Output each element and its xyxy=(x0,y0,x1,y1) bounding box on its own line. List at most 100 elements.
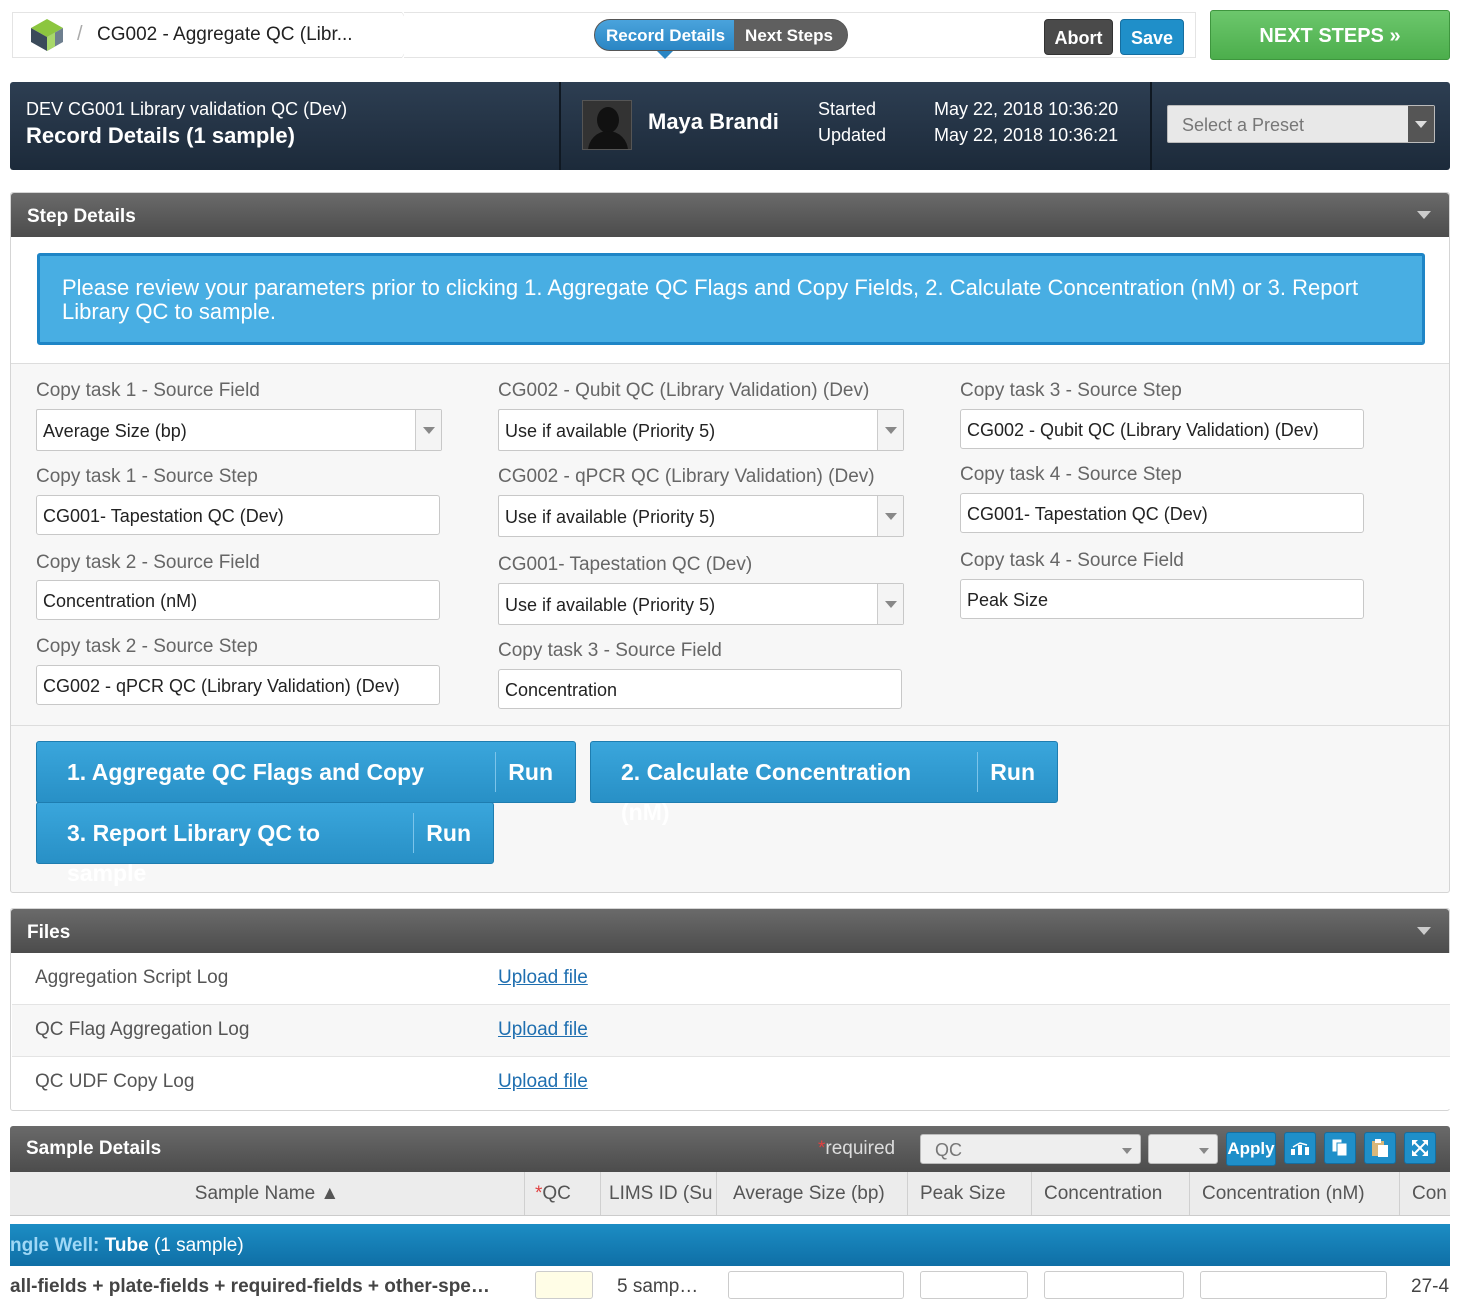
chevron-down-icon[interactable] xyxy=(877,496,903,536)
expand-icon[interactable] xyxy=(1404,1132,1436,1164)
started-value: May 22, 2018 10:36:20 xyxy=(934,99,1119,119)
collapse-icon[interactable] xyxy=(1417,211,1431,219)
breadcrumb-separator: / xyxy=(77,23,83,45)
copy-icon[interactable] xyxy=(1324,1132,1356,1164)
average-size-cell[interactable] xyxy=(728,1271,904,1299)
copy-task-3-source-field-input[interactable]: Concentration xyxy=(498,669,902,709)
next-steps-button[interactable]: NEXT STEPS » xyxy=(1210,10,1450,60)
step-details-header[interactable]: Step Details xyxy=(11,193,1449,237)
run-button[interactable]: Run xyxy=(414,813,493,853)
file-row: Aggregation Script Log Upload file xyxy=(12,953,1450,1005)
qc-cell[interactable] xyxy=(535,1271,593,1299)
view-select[interactable]: QC xyxy=(920,1134,1141,1164)
aggregate-qc-script-button[interactable]: 1. Aggregate QC Flags and Copy Fields Ru… xyxy=(36,741,576,825)
updated-label: Updated xyxy=(818,125,887,145)
copy-task-1-source-field-select[interactable]: Average Size (bp) xyxy=(36,409,442,451)
field-label: Copy task 4 - Source Step xyxy=(960,464,1182,485)
file-name: QC Flag Aggregation Log xyxy=(35,1019,250,1040)
sample-details-title: Sample Details xyxy=(26,1138,162,1159)
group-row[interactable]: ngle Well: Tube (1 sample) xyxy=(10,1224,1450,1266)
chevron-down-icon[interactable] xyxy=(415,410,441,450)
file-row: QC UDF Copy Log Upload file xyxy=(12,1057,1450,1109)
view-toggle: Record Details Next Steps xyxy=(594,19,848,51)
field-label: CG002 - Qubit QC (Library Validation) (D… xyxy=(498,380,870,401)
sample-table-header: Sample Name ▲ *QC LIMS ID (Su Average Si… xyxy=(10,1172,1450,1216)
abort-button[interactable]: Abort xyxy=(1044,19,1113,55)
chevron-down-icon[interactable] xyxy=(877,584,903,624)
collapse-icon[interactable] xyxy=(1417,927,1431,935)
run-button[interactable]: Run xyxy=(496,752,575,792)
tapestation-priority-select[interactable]: Use if available (Priority 5) xyxy=(498,583,904,625)
info-notice: Please review your parameters prior to c… xyxy=(37,253,1425,345)
paste-icon[interactable] xyxy=(1364,1132,1396,1164)
run-button[interactable]: Run xyxy=(978,752,1057,792)
copy-task-3-source-step-input[interactable]: CG002 - Qubit QC (Library Validation) (D… xyxy=(960,409,1364,449)
peak-size-cell[interactable] xyxy=(920,1271,1028,1299)
record-header: DEV CG001 Library validation QC (Dev) Re… xyxy=(10,82,1450,170)
required-legend: *required xyxy=(818,1138,896,1159)
top-bar: / CG002 - Aggregate QC (Libr... Record D… xyxy=(0,0,1458,72)
copy-task-2-source-field-input[interactable]: Concentration (nM) xyxy=(36,580,440,620)
file-name: QC UDF Copy Log xyxy=(35,1071,195,1092)
tab-next-steps[interactable]: Next Steps xyxy=(734,20,847,50)
secondary-select[interactable] xyxy=(1148,1134,1218,1164)
group-count: (1 sample) xyxy=(153,1235,244,1256)
chevron-down-icon[interactable] xyxy=(1408,106,1434,142)
column-header-con[interactable]: Con xyxy=(1400,1172,1450,1215)
active-tab-caret xyxy=(657,51,673,59)
avatar xyxy=(582,100,632,150)
step-details-title: Step Details xyxy=(27,206,136,227)
concentration-nm-cell[interactable] xyxy=(1200,1271,1387,1299)
file-name: Aggregation Script Log xyxy=(35,967,229,988)
qpcr-priority-select[interactable]: Use if available (Priority 5) xyxy=(498,495,904,537)
files-header[interactable]: Files xyxy=(11,909,1449,953)
record-title: Record Details (1 sample) xyxy=(26,123,295,148)
copy-task-1-source-step-input[interactable]: CG001- Tapestation QC (Dev) xyxy=(36,495,440,535)
field-label: Copy task 3 - Source Field xyxy=(498,640,722,661)
column-header-concentration[interactable]: Concentration xyxy=(1032,1172,1190,1215)
step-details-panel: Step Details Please review your paramete… xyxy=(10,192,1450,893)
sample-details-header: Sample Details *required QC Apply xyxy=(10,1126,1450,1172)
upload-file-link[interactable]: Upload file xyxy=(498,1071,588,1093)
column-header-lims-id[interactable]: LIMS ID (Su xyxy=(601,1172,717,1215)
apply-button[interactable]: Apply xyxy=(1226,1132,1276,1166)
upload-file-link[interactable]: Upload file xyxy=(498,1019,588,1041)
lims-id: 5 samp… xyxy=(617,1276,699,1297)
preset-placeholder: Select a Preset xyxy=(1182,115,1305,135)
group-container: Tube xyxy=(104,1235,149,1256)
field-label: Copy task 2 - Source Step xyxy=(36,636,258,657)
files-title: Files xyxy=(27,922,71,943)
calculate-concentration-script-button[interactable]: 2. Calculate Concentration (nM) Run xyxy=(590,741,1058,825)
updated-value: May 22, 2018 10:36:21 xyxy=(934,125,1119,145)
breadcrumb: / CG002 - Aggregate QC (Libr... xyxy=(12,12,416,58)
column-header-average-size[interactable]: Average Size (bp) xyxy=(717,1172,908,1215)
preset-select[interactable]: Select a Preset xyxy=(1167,105,1435,143)
save-button[interactable]: Save xyxy=(1120,19,1184,55)
copy-task-4-source-field-input[interactable]: Peak Size xyxy=(960,579,1364,619)
copy-task-2-source-step-input[interactable]: CG002 - qPCR QC (Library Validation) (De… xyxy=(36,665,440,705)
files-panel: Files Aggregation Script Log Upload file… xyxy=(10,908,1450,1111)
user-name: Maya Brandi xyxy=(648,109,779,134)
sample-name: all-fields + plate-fields + required-fie… xyxy=(10,1276,490,1297)
field-label: Copy task 1 - Source Field xyxy=(36,380,260,401)
column-header-sample-name[interactable]: Sample Name ▲ xyxy=(10,1172,525,1215)
started-label: Started xyxy=(818,99,877,119)
report-library-qc-script-button[interactable]: 3. Report Library QC to sample Run xyxy=(36,802,494,886)
tab-record-details[interactable]: Record Details xyxy=(595,20,735,50)
column-header-concentration-nm[interactable]: Concentration (nM) xyxy=(1190,1172,1400,1215)
qubit-priority-select[interactable]: Use if available (Priority 5) xyxy=(498,409,904,451)
column-header-qc[interactable]: *QC xyxy=(525,1172,601,1215)
step-title: CG002 - Aggregate QC (Libr... xyxy=(97,24,353,45)
app-logo-icon[interactable] xyxy=(29,17,65,53)
concentration-cell[interactable] xyxy=(1044,1271,1184,1299)
field-label: CG002 - qPCR QC (Library Validation) (De… xyxy=(498,466,875,487)
chevron-down-icon[interactable] xyxy=(877,410,903,450)
field-label: Copy task 1 - Source Step xyxy=(36,466,258,487)
upload-file-link[interactable]: Upload file xyxy=(498,967,588,989)
field-label: Copy task 3 - Source Step xyxy=(960,380,1182,401)
table-row[interactable]: all-fields + plate-fields + required-fie… xyxy=(10,1266,1450,1314)
column-header-peak-size[interactable]: Peak Size xyxy=(908,1172,1032,1215)
graph-icon[interactable] xyxy=(1284,1132,1316,1164)
copy-task-4-source-step-input[interactable]: CG001- Tapestation QC (Dev) xyxy=(960,493,1364,533)
group-prefix: ngle Well: xyxy=(10,1235,100,1256)
